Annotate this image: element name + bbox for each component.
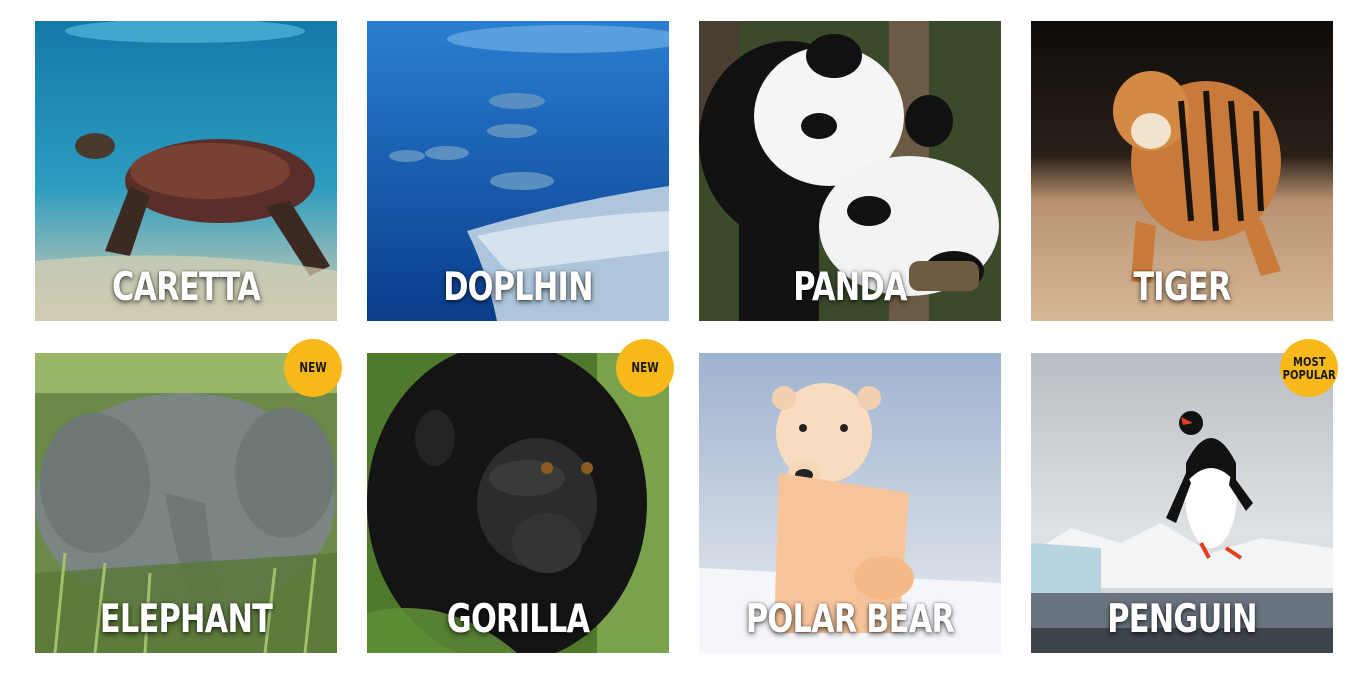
- animal-card-penguin[interactable]: PENGUIN MOST POPULAR: [1031, 339, 1338, 653]
- animal-name: DOPLHIN: [443, 265, 593, 310]
- animal-card-caretta[interactable]: CARETTA: [35, 21, 337, 321]
- new-badge: NEW: [616, 339, 674, 397]
- most-popular-badge: MOST POPULAR: [1280, 339, 1338, 397]
- animal-name: GORILLA: [446, 597, 590, 642]
- animal-name: PANDA: [793, 265, 907, 310]
- animal-card-polar-bear[interactable]: POLAR BEAR: [699, 353, 1001, 653]
- animal-name: POLAR BEAR: [745, 597, 955, 642]
- animal-card-dolphin[interactable]: DOPLHIN: [367, 21, 669, 321]
- animal-card-panda[interactable]: PANDA: [699, 21, 1001, 321]
- animal-name: ELEPHANT: [99, 597, 273, 642]
- animal-name: TIGER: [1133, 265, 1231, 310]
- animal-card-tiger[interactable]: TIGER: [1031, 21, 1333, 321]
- animal-name: CARETTA: [111, 265, 261, 310]
- animal-card-elephant[interactable]: ELEPHANT NEW: [35, 339, 342, 653]
- new-badge: NEW: [284, 339, 342, 397]
- animal-grid: CARETTA DOPLHIN PANDA TIGER ELEPHANT NEW…: [35, 21, 1338, 653]
- animal-name: PENGUIN: [1107, 597, 1257, 642]
- animal-card-gorilla[interactable]: GORILLA NEW: [367, 339, 674, 653]
